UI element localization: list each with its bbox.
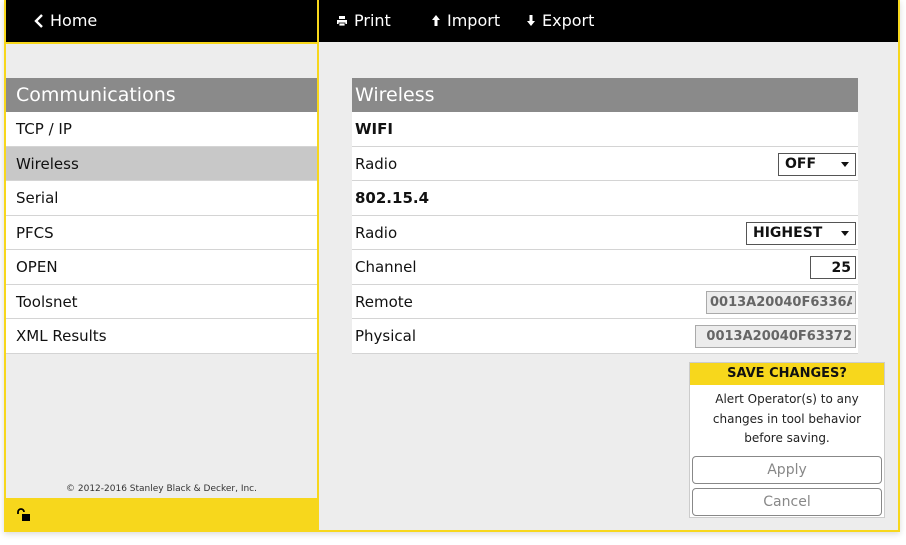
wifi-radio-row: Radio OFF [352, 146, 858, 181]
arrow-down-icon [526, 14, 536, 27]
export-button[interactable]: Export [526, 11, 594, 30]
dropdown-caret-icon [841, 161, 849, 167]
zigbee-radio-select[interactable]: HIGHEST [746, 221, 856, 245]
cancel-button[interactable]: Cancel [692, 488, 882, 516]
sidebar-item-serial[interactable]: Serial [6, 181, 317, 216]
sidebar-nav: TCP / IP Wireless Serial PFCS OPEN Tools… [6, 112, 317, 354]
sidebar-footer [6, 498, 317, 530]
import-button[interactable]: Import [431, 11, 500, 30]
save-changes-title: SAVE CHANGES? [690, 363, 884, 385]
physical-label: Physical [355, 327, 417, 345]
wifi-radio-value: OFF [785, 155, 817, 172]
sidebar: Communications TCP / IP Wireless Serial … [6, 42, 318, 530]
channel-row: Channel [352, 250, 858, 285]
apply-button[interactable]: Apply [692, 456, 882, 484]
sidebar-item-open[interactable]: OPEN [6, 250, 317, 285]
main-content: Wireless WIFI Radio OFF 802.15.4 Radio H… [319, 44, 898, 530]
home-button[interactable]: Home [34, 11, 97, 30]
wifi-radio-label: Radio [355, 154, 398, 173]
toolbar-divider [317, 0, 319, 42]
remote-row: Remote [352, 284, 858, 319]
sidebar-item-pfcs[interactable]: PFCS [6, 215, 317, 250]
zigbee-radio-row: Radio HIGHEST [352, 215, 858, 250]
unlock-icon[interactable] [16, 507, 32, 526]
sidebar-item-toolsnet[interactable]: Toolsnet [6, 284, 317, 319]
zigbee-radio-label: Radio [355, 223, 398, 242]
wifi-radio-select[interactable]: OFF [778, 152, 856, 176]
sidebar-item-wireless[interactable]: Wireless [6, 146, 317, 181]
channel-input[interactable] [810, 256, 856, 279]
export-label: Export [542, 11, 595, 30]
remote-label: Remote [355, 292, 413, 311]
zigbee-radio-value: HIGHEST [753, 224, 823, 241]
channel-label: Channel [355, 258, 417, 276]
copyright-text: © 2012-2016 Stanley Black & Decker, Inc. [66, 484, 257, 494]
save-changes-message: Alert Operator(s) to any changes in tool… [712, 392, 862, 445]
sidebar-item-xml-results[interactable]: XML Results [6, 319, 317, 354]
physical-row: Physical [352, 319, 858, 354]
import-label: Import [447, 11, 501, 30]
print-button[interactable]: Print [336, 11, 391, 30]
top-toolbar: Home Print Import Export [6, 0, 898, 42]
dropdown-caret-icon [841, 230, 849, 236]
remote-address-field [706, 290, 856, 314]
sidebar-item-tcp-ip[interactable]: TCP / IP [6, 112, 317, 147]
print-label: Print [354, 11, 391, 30]
save-changes-panel: SAVE CHANGES? Alert Operator(s) to any c… [689, 362, 885, 518]
app-frame: Home Print Import Export Communications … [4, 0, 900, 532]
chevron-left-icon [34, 13, 44, 28]
printer-icon [336, 15, 348, 27]
section-title: Wireless [352, 78, 858, 112]
zigbee-group-label: 802.15.4 [352, 181, 858, 216]
settings-list: WIFI Radio OFF 802.15.4 Radio HIGHEST Ch… [352, 112, 858, 354]
physical-address-field [695, 325, 856, 348]
sidebar-title: Communications [6, 78, 317, 112]
home-label: Home [50, 11, 98, 30]
wifi-group-label: WIFI [352, 112, 858, 147]
arrow-up-icon [431, 14, 441, 27]
